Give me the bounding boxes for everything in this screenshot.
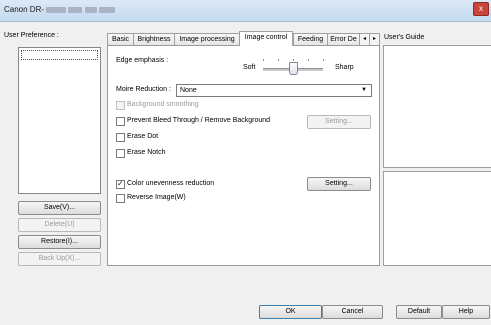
title-bar: Canon DR- x [0, 0, 491, 22]
delete-button[interactable]: Delete(U) [18, 218, 101, 232]
tab-image-control[interactable]: Image control [239, 31, 293, 46]
cancel-button[interactable]: Cancel [322, 305, 383, 319]
background-smoothing-checkbox[interactable] [116, 101, 125, 110]
help-button[interactable]: Help [442, 305, 490, 319]
sharp-label: Sharp [335, 64, 354, 71]
users-guide-detail-panel[interactable] [383, 171, 491, 266]
users-guide-panel[interactable] [383, 45, 491, 168]
redacted-serial [46, 6, 67, 13]
backup-button[interactable]: Back Up(X)... [18, 252, 101, 266]
background-smoothing-label: Background smoothing [127, 101, 199, 108]
color-unevenness-checkbox[interactable] [116, 179, 125, 189]
erase-dot-label: Erase Dot [127, 133, 159, 140]
slider-tick [293, 59, 294, 61]
tab-feeding[interactable]: Feeding [293, 33, 328, 45]
redacted-serial [84, 6, 97, 13]
users-guide-label: User's Guide [384, 34, 425, 41]
slider-tick [278, 59, 279, 61]
slider-tick [308, 59, 309, 61]
reverse-image-checkbox[interactable] [116, 194, 125, 203]
color-unevenness-label: Color unevenness reduction [127, 180, 215, 187]
window-title-text: Canon DR- [4, 5, 45, 14]
user-preference-label: User Preference : [4, 32, 59, 39]
save-button[interactable]: Save(V)... [18, 201, 101, 215]
ok-button[interactable]: OK [259, 305, 322, 319]
erase-notch-checkbox[interactable] [116, 149, 125, 158]
edge-emphasis-slider-thumb[interactable] [289, 62, 298, 75]
close-button[interactable]: x [473, 2, 489, 16]
prevent-bleed-through-checkbox[interactable] [116, 117, 125, 126]
scanner-settings-window: Canon DR- x User Preference : Save(V)...… [0, 0, 491, 325]
soft-label: Soft [243, 64, 256, 71]
edge-emphasis-label: Edge emphasis : [116, 57, 169, 64]
reverse-image-label: Reverse Image(W) [127, 194, 186, 201]
tab-basic[interactable]: Basic [107, 33, 134, 45]
user-preference-list[interactable] [18, 47, 101, 194]
erase-dot-checkbox[interactable] [116, 133, 125, 142]
tab-brightness[interactable]: Brightness [133, 33, 175, 45]
list-item-selected[interactable] [21, 50, 98, 60]
chevron-down-icon: ▼ [361, 87, 367, 93]
moire-reduction-select[interactable]: None ▼ [176, 84, 372, 97]
moire-reduction-value: None [180, 87, 197, 94]
default-button[interactable]: Default [396, 305, 442, 319]
color-unevenness-setting-button[interactable]: Setting... [307, 177, 371, 191]
restore-button[interactable]: Restore(I)... [18, 235, 101, 249]
moire-reduction-label: Moire Reduction : [116, 86, 171, 93]
tab-error-detection[interactable]: Error De [327, 33, 360, 45]
redacted-serial [68, 6, 83, 13]
prevent-bleed-through-label: Prevent Bleed Through / Remove Backgroun… [127, 117, 271, 124]
bleed-through-setting-button[interactable]: Setting... [307, 115, 371, 129]
slider-tick [263, 59, 264, 61]
tab-image-processing[interactable]: Image processing [174, 33, 240, 45]
window-title: Canon DR- [4, 5, 115, 14]
slider-tick [323, 59, 324, 61]
redacted-serial [98, 6, 115, 13]
erase-notch-label: Erase Notch [127, 149, 166, 156]
